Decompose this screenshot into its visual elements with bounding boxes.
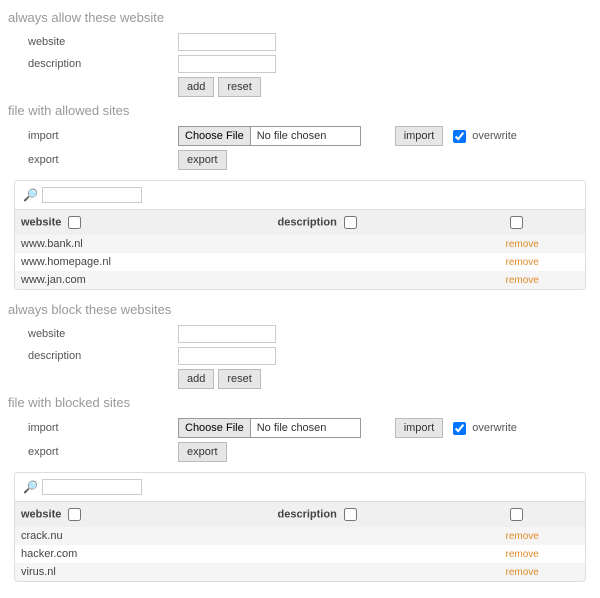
allow-import-label: import bbox=[8, 130, 178, 142]
block-file-title: file with blocked sites bbox=[8, 395, 592, 410]
allow-header-description-checkbox[interactable] bbox=[344, 216, 357, 229]
remove-link[interactable]: remove bbox=[506, 549, 539, 560]
block-file-chosen-text: No file chosen bbox=[251, 418, 361, 438]
allow-file-title: file with allowed sites bbox=[8, 103, 592, 118]
block-description-input[interactable] bbox=[178, 347, 276, 365]
cell-description bbox=[272, 253, 500, 271]
table-row: www.bank.nl remove bbox=[15, 235, 585, 253]
cell-description bbox=[272, 235, 500, 253]
allow-header-website-checkbox[interactable] bbox=[68, 216, 81, 229]
table-row: crack.nu remove bbox=[15, 527, 585, 545]
allow-website-label: website bbox=[8, 36, 178, 48]
block-header-description-checkbox[interactable] bbox=[344, 508, 357, 521]
block-export-label: export bbox=[8, 446, 178, 458]
block-section-title: always block these websites bbox=[8, 302, 592, 317]
block-header-select-checkbox[interactable] bbox=[510, 508, 523, 521]
cell-website: www.bank.nl bbox=[15, 235, 272, 253]
allow-header-select-checkbox[interactable] bbox=[510, 216, 523, 229]
block-header-website[interactable]: website bbox=[21, 508, 61, 520]
remove-link[interactable]: remove bbox=[506, 275, 539, 286]
block-overwrite-checkbox[interactable] bbox=[453, 422, 466, 435]
cell-website: www.jan.com bbox=[15, 271, 272, 289]
search-icon: 🔍 bbox=[23, 188, 38, 202]
block-overwrite-label: overwrite bbox=[472, 422, 517, 434]
block-header-description[interactable]: description bbox=[278, 508, 337, 520]
allow-header-description[interactable]: description bbox=[278, 216, 337, 228]
cell-description bbox=[272, 271, 500, 289]
cell-website: hacker.com bbox=[15, 545, 272, 563]
block-export-button[interactable]: export bbox=[178, 442, 227, 462]
allow-overwrite-label: overwrite bbox=[472, 130, 517, 142]
block-table-box: 🔍 website description crack.nuremovehack… bbox=[14, 472, 586, 582]
allow-section-title: always allow these website bbox=[8, 10, 592, 25]
allow-search-input[interactable] bbox=[42, 187, 142, 203]
block-import-label: import bbox=[8, 422, 178, 434]
remove-link[interactable]: remove bbox=[506, 239, 539, 250]
allow-table: website description www.bank.nlremovewww… bbox=[15, 209, 585, 289]
block-add-button[interactable]: add bbox=[178, 369, 214, 389]
block-search-input[interactable] bbox=[42, 479, 142, 495]
remove-link[interactable]: remove bbox=[506, 257, 539, 268]
block-choose-file-button[interactable]: Choose File bbox=[178, 418, 251, 438]
search-icon: 🔍 bbox=[23, 480, 38, 494]
table-row: www.homepage.nl remove bbox=[15, 253, 585, 271]
allow-export-button[interactable]: export bbox=[178, 150, 227, 170]
table-row: virus.nl remove bbox=[15, 563, 585, 581]
block-table: website description crack.nuremovehacker… bbox=[15, 501, 585, 581]
allow-add-button[interactable]: add bbox=[178, 77, 214, 97]
remove-link[interactable]: remove bbox=[506, 531, 539, 542]
cell-website: crack.nu bbox=[15, 527, 272, 545]
remove-link[interactable]: remove bbox=[506, 567, 539, 578]
block-reset-button[interactable]: reset bbox=[218, 369, 260, 389]
allow-description-input[interactable] bbox=[178, 55, 276, 73]
allow-choose-file-button[interactable]: Choose File bbox=[178, 126, 251, 146]
cell-description bbox=[272, 545, 500, 563]
block-header-website-checkbox[interactable] bbox=[68, 508, 81, 521]
allow-description-label: description bbox=[8, 58, 178, 70]
block-description-label: description bbox=[8, 350, 178, 362]
block-import-button[interactable]: import bbox=[395, 418, 444, 438]
cell-website: www.homepage.nl bbox=[15, 253, 272, 271]
allow-file-chosen-text: No file chosen bbox=[251, 126, 361, 146]
allow-export-label: export bbox=[8, 154, 178, 166]
block-website-label: website bbox=[8, 328, 178, 340]
allow-import-button[interactable]: import bbox=[395, 126, 444, 146]
allow-header-website[interactable]: website bbox=[21, 216, 61, 228]
allow-overwrite-checkbox[interactable] bbox=[453, 130, 466, 143]
allow-table-box: 🔍 website description www.bank.nlremovew… bbox=[14, 180, 586, 290]
cell-description bbox=[272, 563, 500, 581]
allow-reset-button[interactable]: reset bbox=[218, 77, 260, 97]
table-row: hacker.com remove bbox=[15, 545, 585, 563]
cell-description bbox=[272, 527, 500, 545]
block-website-input[interactable] bbox=[178, 325, 276, 343]
cell-website: virus.nl bbox=[15, 563, 272, 581]
table-row: www.jan.com remove bbox=[15, 271, 585, 289]
allow-website-input[interactable] bbox=[178, 33, 276, 51]
